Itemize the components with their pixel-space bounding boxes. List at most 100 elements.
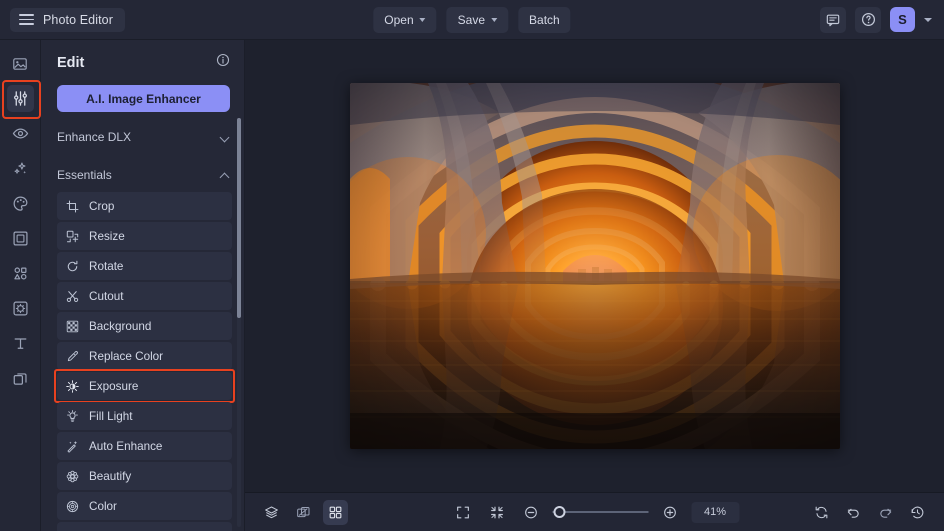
avatar-initial: S xyxy=(898,12,907,27)
rail-item-adjust[interactable] xyxy=(7,85,34,112)
layers-panel-button[interactable] xyxy=(259,500,284,525)
redo-button[interactable] xyxy=(873,500,898,525)
chevron-down-icon xyxy=(221,133,230,142)
list-item-beautify[interactable]: Beautify xyxy=(57,462,232,490)
redo-icon xyxy=(878,505,893,520)
zoom-slider-handle[interactable] xyxy=(553,506,565,518)
group-enhance-dlx[interactable]: Enhance DLX xyxy=(41,124,244,150)
list-item-label: Replace Color xyxy=(89,350,163,363)
save-label: Save xyxy=(458,13,485,27)
zoom-level-value[interactable]: 41% xyxy=(691,502,739,523)
list-item-auto-enhance[interactable]: Auto Enhance xyxy=(57,432,232,460)
panel-scrollbar-thumb[interactable] xyxy=(237,118,241,318)
sparkles-icon xyxy=(12,160,29,177)
image-icon xyxy=(12,56,28,72)
group-essentials-label: Essentials xyxy=(57,168,112,182)
main-body: Edit A.I. Image Enhancer Enhance DLX Ess… xyxy=(0,40,944,531)
zoom-in-button[interactable] xyxy=(657,500,682,525)
open-button[interactable]: Open xyxy=(373,7,436,33)
rail-item-filters[interactable] xyxy=(7,295,34,322)
palette-icon xyxy=(12,195,29,212)
history-icon xyxy=(910,505,925,520)
page-title: Edit xyxy=(57,55,84,71)
chevron-down-icon xyxy=(491,18,497,22)
zoom-controls: 41% xyxy=(450,500,739,525)
list-item-background[interactable]: Background xyxy=(57,312,232,340)
batch-button[interactable]: Batch xyxy=(518,7,571,33)
edit-panel: Edit A.I. Image Enhancer Enhance DLX Ess… xyxy=(41,40,245,531)
eyedropper-icon xyxy=(66,350,79,363)
top-bar: Photo Editor Open Save Batch xyxy=(0,0,944,40)
open-label: Open xyxy=(384,13,413,27)
undo-button[interactable] xyxy=(841,500,866,525)
fit-to-screen-icon xyxy=(455,505,470,520)
grid-view-button[interactable] xyxy=(323,500,348,525)
list-item-cutout[interactable]: Cutout xyxy=(57,282,232,310)
shrink-to-fit-icon xyxy=(489,505,504,520)
chat-bubble-icon xyxy=(826,13,840,27)
list-item-label: Resize xyxy=(89,230,125,243)
list-item-replace-color[interactable]: Replace Color xyxy=(57,342,232,370)
account-chevron-down-icon[interactable] xyxy=(924,18,932,22)
list-item-color[interactable]: Color xyxy=(57,492,232,520)
flower-icon xyxy=(66,470,79,483)
list-item-crop[interactable]: Crop xyxy=(57,192,232,220)
zoom-slider[interactable] xyxy=(552,505,648,519)
top-right-actions: S xyxy=(820,7,944,33)
zoom-in-icon xyxy=(662,505,677,520)
list-item-label: Beautify xyxy=(89,470,131,483)
list-item-fill-light[interactable]: Fill Light xyxy=(57,402,232,430)
bottom-right-tools xyxy=(809,500,930,525)
grid-view-icon xyxy=(328,505,343,520)
brightness-icon xyxy=(66,380,79,393)
group-essentials[interactable]: Essentials xyxy=(41,162,244,188)
photo-editor-app: Photo Editor Open Save Batch xyxy=(0,0,944,531)
effects-icon xyxy=(12,300,29,317)
help-button[interactable] xyxy=(855,7,881,33)
shrink-to-fit-button[interactable] xyxy=(484,500,509,525)
zoom-out-button[interactable] xyxy=(518,500,543,525)
save-button[interactable]: Save xyxy=(447,7,508,33)
compare-button[interactable] xyxy=(291,500,316,525)
fit-to-screen-button[interactable] xyxy=(450,500,475,525)
checkerboard-icon xyxy=(66,320,79,333)
feedback-button[interactable] xyxy=(820,7,846,33)
layers-icon xyxy=(12,370,29,387)
zoom-slider-track xyxy=(552,511,648,513)
history-button[interactable] xyxy=(905,500,930,525)
zoom-out-icon xyxy=(523,505,538,520)
rail-item-preview[interactable] xyxy=(7,120,34,147)
list-item-label: Rotate xyxy=(89,260,123,273)
question-circle-icon xyxy=(861,12,876,27)
info-button[interactable] xyxy=(216,53,230,72)
hamburger-menu-icon[interactable] xyxy=(19,14,34,25)
rail-item-text[interactable] xyxy=(7,330,34,357)
brand-menu-button[interactable]: Photo Editor xyxy=(10,8,125,32)
list-item-rotate[interactable]: Rotate xyxy=(57,252,232,280)
frame-icon xyxy=(12,230,29,247)
rail-item-effects-ai[interactable] xyxy=(7,155,34,182)
list-item-label: Auto Enhance xyxy=(89,440,162,453)
list-item-label: Cutout xyxy=(89,290,123,303)
ai-image-enhancer-button[interactable]: A.I. Image Enhancer xyxy=(57,85,230,112)
edited-photo[interactable] xyxy=(350,83,840,449)
rail-item-image[interactable] xyxy=(7,50,34,77)
ai-image-enhancer-label: A.I. Image Enhancer xyxy=(86,92,201,106)
rail-item-color[interactable] xyxy=(7,190,34,217)
rail-item-frame[interactable] xyxy=(7,225,34,252)
reset-icon xyxy=(814,505,829,520)
rail-item-shapes[interactable] xyxy=(7,260,34,287)
list-item-resize[interactable]: Resize xyxy=(57,222,232,250)
essentials-list: Crop Resize Rotate xyxy=(41,192,244,531)
rail-item-layers[interactable] xyxy=(7,365,34,392)
list-item-label: Crop xyxy=(89,200,114,213)
reset-button[interactable] xyxy=(809,500,834,525)
photo-render xyxy=(350,83,840,449)
crop-icon xyxy=(66,200,79,213)
image-canvas[interactable] xyxy=(245,40,944,492)
info-circle-icon xyxy=(216,53,230,67)
list-item-exposure[interactable]: Exposure xyxy=(57,372,232,400)
list-item-vibrance[interactable]: Vibrance xyxy=(57,522,232,531)
user-avatar[interactable]: S xyxy=(890,7,915,32)
list-item-label: Fill Light xyxy=(89,410,133,423)
